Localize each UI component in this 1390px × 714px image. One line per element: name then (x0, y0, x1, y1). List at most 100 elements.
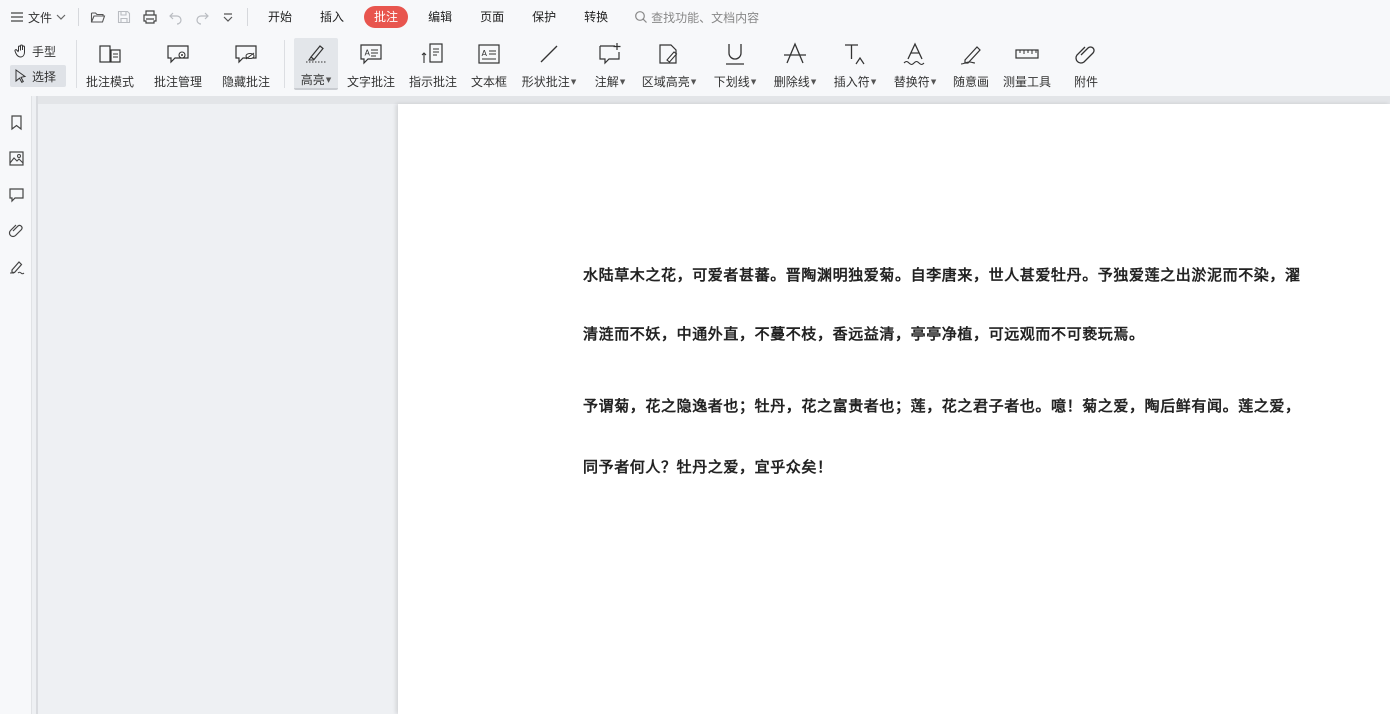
document-text-line: 予谓菊，花之隐逸者也；牡丹，花之富贵者也；莲，花之君子者也。噫！菊之爱，陶后鲜有… (583, 397, 1301, 415)
area-highlight-label: 区域高亮▼ (641, 75, 697, 89)
hand-icon (14, 44, 25, 58)
sidebar-comments-button[interactable] (0, 176, 32, 212)
chevron-down-icon (223, 13, 233, 22)
replace-mark-icon (903, 42, 925, 66)
area-highlight-icon (659, 44, 678, 64)
divider (76, 40, 77, 88)
hand-mode-button[interactable]: 手型 (10, 40, 66, 62)
redo-icon (196, 12, 209, 25)
bookmark-icon (10, 114, 22, 130)
select-mode-button[interactable]: 选择 (10, 65, 66, 87)
divider (284, 40, 285, 88)
annotation-manage-button[interactable]: 批注管理 (152, 38, 204, 90)
annotation-mode-icon (99, 45, 121, 63)
attachment-label: 附件 (1073, 75, 1098, 89)
sidebar-signature-button[interactable] (0, 248, 32, 284)
divider (78, 8, 80, 26)
cursor-arrow-icon (15, 69, 27, 83)
document-page[interactable]: 水陆草木之花，可爱者甚蕃。晋陶渊明独爱菊。自李唐来，世人甚爱牡丹。予独爱莲之出淤… (398, 104, 1390, 714)
hand-mode-label: 手型 (32, 44, 57, 59)
svg-text:A: A (365, 49, 371, 58)
strikethrough-label: 删除线▼ (773, 75, 817, 89)
document-text-line: 清涟而不妖，中通外直，不蔓不枝，香远益清，亭亭净植，可远观而不可亵玩焉。 (583, 325, 1145, 343)
hide-annotation-button[interactable]: 隐藏批注 (220, 38, 272, 90)
strikethrough-icon (784, 42, 806, 64)
underline-label: 下划线▼ (713, 75, 757, 89)
search-placeholder: 查找功能、文档内容 (651, 10, 760, 25)
tab-edit[interactable]: 编辑 (420, 6, 460, 28)
file-menu-label: 文件 (28, 10, 53, 25)
workspace-top-strip (38, 96, 1390, 104)
printer-icon (143, 10, 157, 24)
highlighter-icon (306, 45, 326, 63)
tab-annotate[interactable]: 批注 (364, 6, 409, 28)
highlight-button[interactable]: 高亮▼ (294, 38, 338, 90)
note-add-icon (599, 43, 621, 65)
attachment-button[interactable]: 附件 (1066, 38, 1106, 90)
tab-start[interactable]: 开始 (260, 6, 300, 28)
tab-insert[interactable]: 插入 (312, 6, 352, 28)
pointer-annotation-label: 指示批注 (408, 75, 457, 89)
replace-mark-label: 替换符▼ (893, 75, 937, 89)
text-annotation-button[interactable]: A 文字批注 (344, 38, 398, 90)
signature-icon (9, 260, 24, 274)
annotation-mode-label: 批注模式 (85, 75, 134, 89)
insert-caret-icon (845, 44, 865, 65)
replace-mark-button[interactable]: 替换符▼ (890, 38, 940, 90)
undo-button[interactable] (163, 4, 189, 30)
quick-access-more-button[interactable] (215, 4, 241, 30)
image-icon (8, 150, 24, 166)
tab-convert[interactable]: 转换 (576, 6, 616, 28)
chevron-down-icon (56, 14, 66, 20)
insert-mark-button[interactable]: 插入符▼ (830, 38, 880, 90)
document-text-line: 同予者何人？牡丹之爱，宜乎众矣！ (583, 458, 833, 476)
pen-icon (960, 46, 981, 65)
shape-annotation-label: 形状批注▼ (521, 75, 577, 89)
comment-gear-icon (167, 45, 189, 64)
mode-group: 手型 选择 (10, 40, 66, 90)
underline-icon (726, 44, 744, 65)
search-box[interactable]: 查找功能、文档内容 (634, 9, 759, 26)
tab-protect[interactable]: 保护 (524, 6, 564, 28)
select-mode-label: 选择 (32, 69, 57, 84)
print-button[interactable] (137, 4, 163, 30)
strikethrough-button[interactable]: 删除线▼ (770, 38, 820, 90)
left-sidebar (0, 96, 32, 714)
sidebar-bookmark-button[interactable] (0, 104, 32, 140)
highlight-label: 高亮▼ (300, 73, 332, 87)
svg-text:A: A (482, 49, 488, 58)
text-comment-icon: A (360, 44, 382, 65)
sidebar-thumbnail-button[interactable] (0, 140, 32, 176)
document-text-line: 水陆草木之花，可爱者甚蕃。晋陶渊明独爱菊。自李唐来，世人甚爱牡丹。予独爱莲之出淤… (583, 266, 1301, 284)
folder-open-icon (90, 12, 106, 23)
underline-button[interactable]: 下划线▼ (710, 38, 760, 90)
open-button[interactable] (85, 4, 111, 30)
note-label: 注解▼ (594, 75, 626, 89)
save-icon (117, 10, 131, 24)
menu-bar: 文件 开始 插入 批注 编辑 页面 保护 转换 查找功能、文档内容 (0, 0, 1390, 34)
measure-tool-button[interactable]: 测量工具 (1000, 38, 1054, 90)
pointer-comment-icon (421, 43, 443, 63)
file-menu-button[interactable]: 文件 (4, 5, 72, 29)
text-box-button[interactable]: A 文本框 (468, 38, 510, 90)
area-highlight-button[interactable]: 区域高亮▼ (638, 38, 700, 90)
comment-hidden-icon (235, 45, 257, 64)
pointer-annotation-button[interactable]: 指示批注 (406, 38, 460, 90)
redo-button[interactable] (189, 4, 215, 30)
shape-annotation-button[interactable]: 形状批注▼ (518, 38, 580, 90)
ruler-icon (1015, 49, 1039, 59)
attachment-icon (8, 224, 23, 237)
note-button[interactable]: 注解▼ (590, 38, 630, 90)
hide-annotation-label: 隐藏批注 (221, 75, 270, 89)
divider (247, 8, 249, 26)
annotation-mode-button[interactable]: 批注模式 (84, 38, 136, 90)
sidebar-attachments-button[interactable] (0, 212, 32, 248)
save-button[interactable] (111, 4, 137, 30)
comment-icon (8, 187, 24, 202)
hamburger-icon (11, 12, 23, 22)
freehand-button[interactable]: 随意画 (950, 38, 992, 90)
tab-page[interactable]: 页面 (472, 6, 512, 28)
search-icon (635, 11, 648, 23)
insert-mark-label: 插入符▼ (833, 75, 877, 89)
measure-tool-label: 测量工具 (1002, 75, 1051, 89)
